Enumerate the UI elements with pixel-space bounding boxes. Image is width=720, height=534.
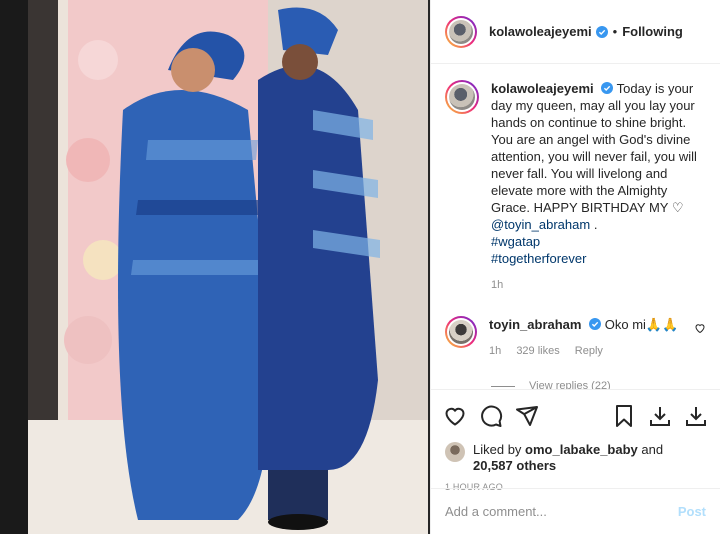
view-replies-label: View replies (22) xyxy=(529,380,611,390)
post-side-panel: kolawoleajeyemi • Following kolawoleajey… xyxy=(430,0,720,534)
action-bar xyxy=(431,396,720,436)
liker-username[interactable]: omo_labake_baby xyxy=(525,442,638,457)
post-photo[interactable] xyxy=(28,0,428,534)
comment-box: Add a comment... Post xyxy=(431,488,720,534)
view-replies-button[interactable]: View replies (22) xyxy=(491,380,706,390)
caption-username[interactable]: kolawoleajeyemi xyxy=(491,81,594,96)
backdrop xyxy=(0,0,28,534)
likes-count[interactable]: 20,587 others xyxy=(473,458,556,473)
caption-avatar[interactable] xyxy=(445,80,479,114)
verified-badge-icon xyxy=(595,25,608,38)
divider-line xyxy=(491,385,515,387)
commenter-avatar[interactable] xyxy=(445,316,477,348)
author-username[interactable]: kolawoleajeyemi xyxy=(489,24,592,39)
author-avatar[interactable] xyxy=(445,15,477,48)
mention-suffix: . xyxy=(590,217,598,232)
comment-text: Oko mi🙏🙏 xyxy=(604,317,679,332)
comment-likes[interactable]: 329 likes xyxy=(516,345,559,357)
post-comment-button[interactable]: Post xyxy=(678,504,706,519)
hashtag-link[interactable]: #togetherforever xyxy=(491,250,706,267)
liker-avatar[interactable] xyxy=(445,442,465,462)
download-icon-2[interactable] xyxy=(684,404,708,428)
post-header: kolawoleajeyemi • Following xyxy=(431,0,720,64)
photo-illustration xyxy=(28,0,428,534)
likes-middle: and xyxy=(637,442,664,457)
comment-item: toyin_abraham Oko mi🙏🙏 1h 329 likes Repl… xyxy=(445,316,706,360)
separator-dot: • xyxy=(612,24,618,39)
hashtag-link[interactable]: #wgatap xyxy=(491,233,706,250)
caption-text: Today is your day my queen, may all you … xyxy=(491,81,697,215)
download-icon[interactable] xyxy=(648,404,672,428)
comment-input[interactable]: Add a comment... xyxy=(445,504,678,519)
comment-like-icon[interactable] xyxy=(694,322,706,334)
verified-badge-icon xyxy=(601,82,614,94)
share-icon[interactable] xyxy=(515,404,539,428)
caption: kolawoleajeyemi Today is your day my que… xyxy=(445,80,706,294)
reply-button[interactable]: Reply xyxy=(575,345,603,357)
save-icon[interactable] xyxy=(612,404,636,428)
following-button[interactable]: Following xyxy=(622,24,683,39)
heart-emoji: ♡ xyxy=(671,200,684,215)
comments-section: kolawoleajeyemi Today is your day my que… xyxy=(431,64,720,390)
verified-badge-icon xyxy=(589,318,602,330)
like-icon[interactable] xyxy=(443,404,467,428)
caption-time[interactable]: 1h xyxy=(491,279,503,291)
commenter-username[interactable]: toyin_abraham xyxy=(489,317,581,332)
comment-icon[interactable] xyxy=(479,404,503,428)
mention-link[interactable]: @toyin_abraham xyxy=(491,217,590,232)
likes-summary: Liked by omo_labake_baby and 20,587 othe… xyxy=(431,442,720,474)
likes-prefix: Liked by xyxy=(473,442,526,457)
comment-time[interactable]: 1h xyxy=(489,345,501,357)
